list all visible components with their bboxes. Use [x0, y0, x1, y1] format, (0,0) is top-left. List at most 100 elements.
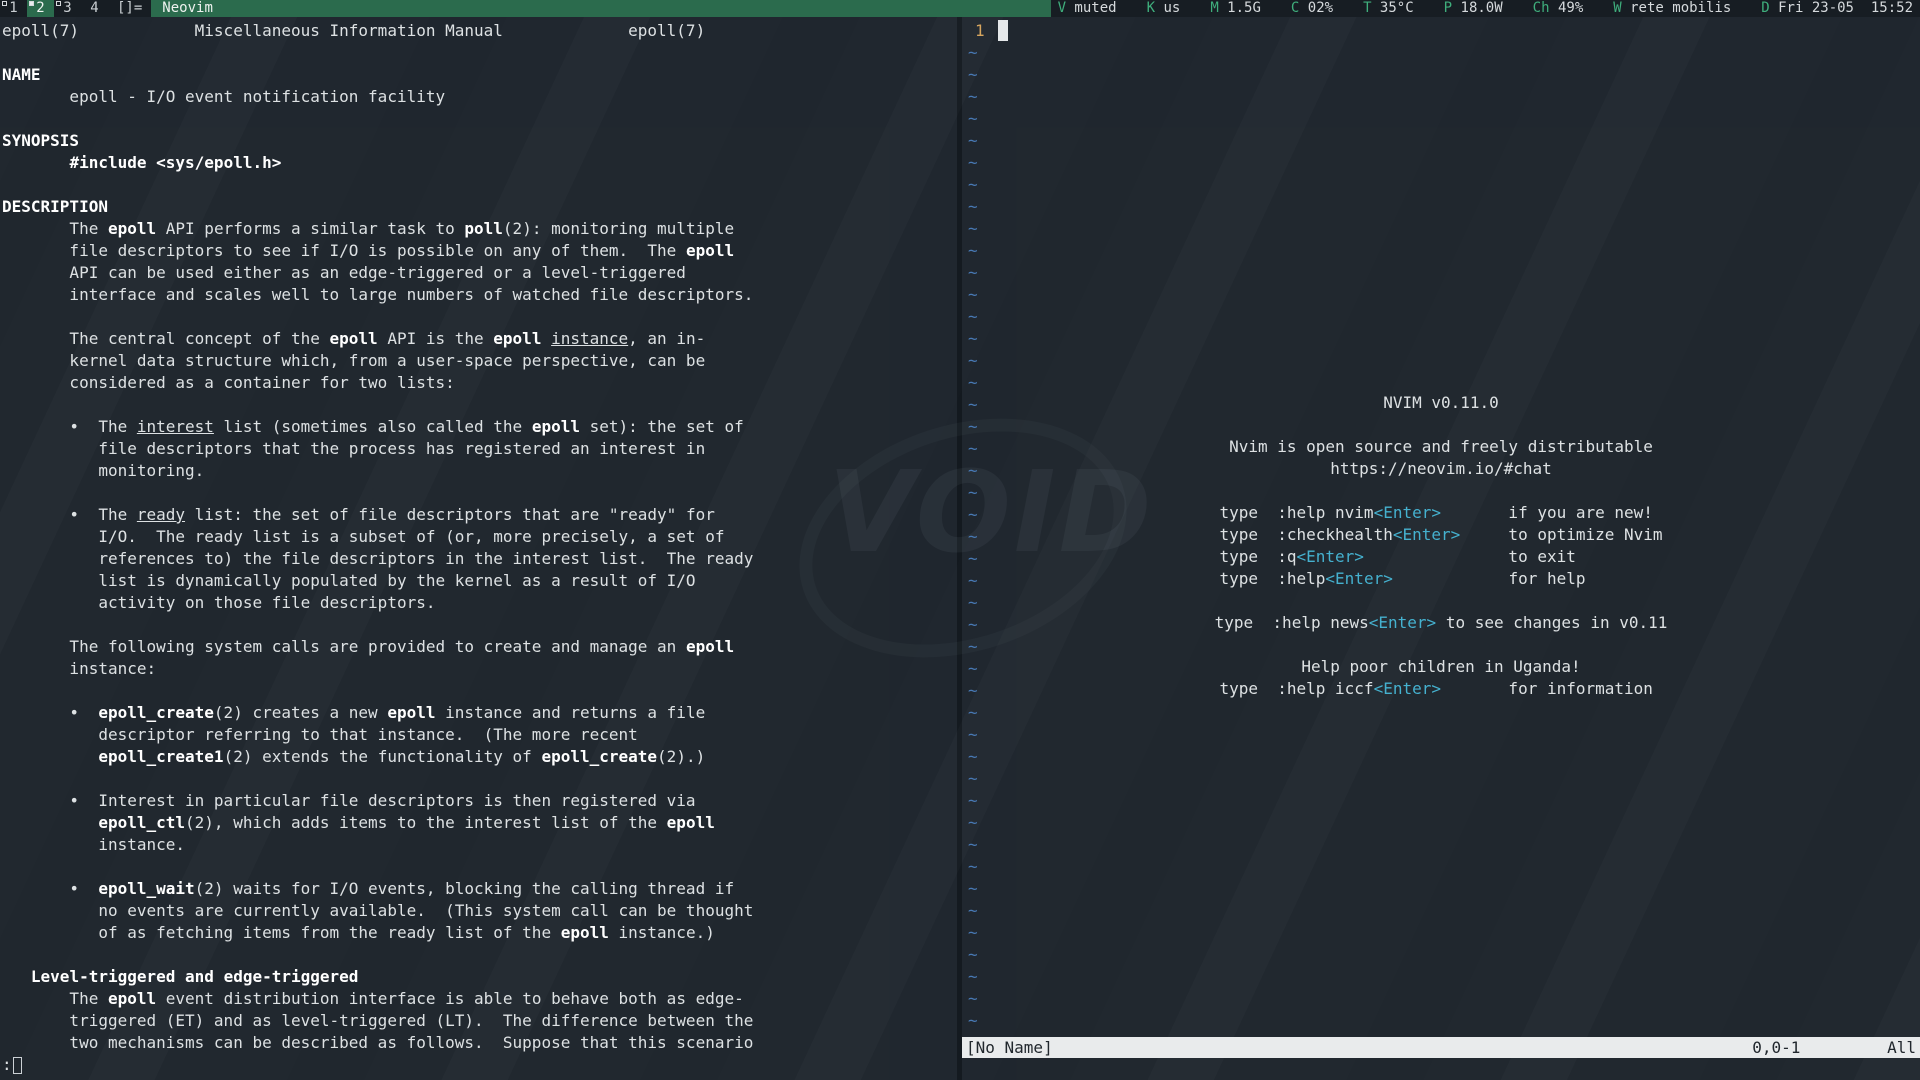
tag-label: 1: [9, 0, 17, 16]
man-page-line: file descriptors to see if I/O is possib…: [2, 240, 753, 262]
man-page-line: [2, 394, 753, 416]
status-value: rete mobilis: [1622, 0, 1732, 16]
pager-prompt[interactable]: :: [2, 1054, 753, 1076]
man-page-line: instance.: [2, 834, 753, 856]
man-page-line: • Interest in particular file descriptor…: [2, 790, 753, 812]
status-item-w: W rete mobilis: [1613, 0, 1731, 17]
status-item-m: M 1.5G: [1210, 0, 1261, 17]
man-page-line: [2, 306, 753, 328]
tilde-line: ~: [968, 922, 978, 944]
tilde-line: ~: [968, 64, 978, 86]
status-key: W: [1613, 0, 1621, 16]
man-page-line: instance:: [2, 658, 753, 680]
status-bar: V mutedK usM 1.5GC 02%T 35°CP 18.0WCh 49…: [1051, 0, 1920, 17]
status-item-p: P 18.0W: [1444, 0, 1503, 17]
terminal-hollow-cursor: [13, 1057, 22, 1074]
splash-line: [962, 414, 1920, 436]
tilde-line: ~: [968, 834, 978, 856]
man-page-line: interface and scales well to large numbe…: [2, 284, 753, 306]
man-page-line: file descriptors that the process has re…: [2, 438, 753, 460]
man-page-line: The central concept of the epoll API is …: [2, 328, 753, 350]
splash-line: [962, 634, 1920, 656]
tag-client-indicator: [56, 1, 61, 6]
tilde-line: ~: [968, 306, 978, 328]
focused-window-title: Neovim: [151, 0, 1050, 17]
man-page-line: two mechanisms can be described as follo…: [2, 1032, 753, 1054]
man-page-line: • epoll_wait(2) waits for I/O events, bl…: [2, 878, 753, 900]
splash-line: [962, 590, 1920, 612]
tilde-line: ~: [968, 702, 978, 724]
man-page-line: activity on those file descriptors.: [2, 592, 753, 614]
neovim-window[interactable]: 1 ~~~~~~~~~~~~~~~~~~~~~~~~~~~~~~~~~~~~~~…: [962, 17, 1920, 1080]
layout-symbol[interactable]: []=: [108, 0, 151, 17]
status-item-t: T 35°C: [1363, 0, 1414, 17]
splash-line: [962, 480, 1920, 502]
status-value: Fri 23-05 15:52: [1770, 0, 1913, 16]
man-page-line: • The ready list: the set of file descri…: [2, 504, 753, 526]
man-page-line: [2, 768, 753, 790]
tilde-line: ~: [968, 372, 978, 394]
splash-line: type :checkhealth<Enter> to optimize Nvi…: [962, 524, 1920, 546]
man-page-line: epoll(7) Miscellaneous Information Manua…: [2, 20, 753, 42]
tilde-line: ~: [968, 174, 978, 196]
man-page-line: triggered (ET) and as level-triggered (L…: [2, 1010, 753, 1032]
status-item-d: D Fri 23-05 15:52: [1761, 0, 1913, 17]
tag-client-indicator: [2, 1, 7, 6]
status-value: 1.5G: [1219, 0, 1261, 16]
tilde-line: ~: [968, 1010, 978, 1032]
workspace-tag-3[interactable]: 3: [54, 0, 81, 17]
tilde-line: ~: [968, 878, 978, 900]
man-page-line: [2, 856, 753, 878]
status-key: K: [1147, 0, 1155, 16]
man-page-line: references to) the file descriptors in t…: [2, 548, 753, 570]
statusline-ruler: 0,0-1 All: [1752, 1037, 1916, 1058]
tilde-line: ~: [968, 988, 978, 1010]
man-page-line: I/O. The ready list is a subset of (or, …: [2, 526, 753, 548]
terminal-window-man-page[interactable]: epoll(7) Miscellaneous Information Manua…: [0, 17, 957, 1080]
status-value: us: [1155, 0, 1180, 16]
splash-line: type :help iccf<Enter> for information: [962, 678, 1920, 700]
tilde-line: ~: [968, 724, 978, 746]
man-page-line: #include <sys/epoll.h>: [2, 152, 753, 174]
splash-line: type :help news<Enter> to see changes in…: [962, 612, 1920, 634]
man-page-line: • epoll_create(2) creates a new epoll in…: [2, 702, 753, 724]
man-page-line: kernel data structure which, from a user…: [2, 350, 753, 372]
status-value: muted: [1066, 0, 1117, 16]
man-page-line: monitoring.: [2, 460, 753, 482]
splash-line: https://neovim.io/#chat: [962, 458, 1920, 480]
tilde-line: ~: [968, 790, 978, 812]
nvim-statusline: [No Name] 0,0-1 All: [962, 1037, 1920, 1058]
man-page-line: The epoll event distribution interface i…: [2, 988, 753, 1010]
status-key: M: [1210, 0, 1218, 16]
tilde-line: ~: [968, 900, 978, 922]
workspace-tag-4[interactable]: 4: [81, 0, 108, 17]
status-item-k: K us: [1147, 0, 1181, 17]
man-page-line: epoll - I/O event notification facility: [2, 86, 753, 108]
status-value: 35°C: [1372, 0, 1414, 16]
workspace-tag-2[interactable]: 2: [27, 0, 54, 17]
man-page-line: [2, 108, 753, 130]
splash-line: type :help nvim<Enter> if you are new!: [962, 502, 1920, 524]
splash-line: Nvim is open source and freely distribut…: [962, 436, 1920, 458]
man-page-line: considered as a container for two lists:: [2, 372, 753, 394]
man-page-line: of as fetching items from the ready list…: [2, 922, 753, 944]
statusline-filename: [No Name]: [966, 1037, 1053, 1058]
nvim-splash-screen: NVIM v0.11.0 Nvim is open source and fre…: [962, 392, 1920, 700]
man-page-text: epoll(7) Miscellaneous Information Manua…: [2, 20, 753, 1076]
tilde-line: ~: [968, 812, 978, 834]
man-page-line: The epoll API performs a similar task to…: [2, 218, 753, 240]
tilde-line: ~: [968, 746, 978, 768]
man-page-line: list is dynamically populated by the ker…: [2, 570, 753, 592]
tilde-line: ~: [968, 130, 978, 152]
tilde-line: ~: [968, 856, 978, 878]
man-page-line: [2, 482, 753, 504]
tilde-line: ~: [968, 86, 978, 108]
workspace-tag-1[interactable]: 1: [0, 0, 27, 17]
nvim-block-cursor: [998, 20, 1008, 41]
status-value: 49%: [1550, 0, 1584, 16]
tilde-line: ~: [968, 944, 978, 966]
tilde-line: ~: [968, 108, 978, 130]
status-key: V: [1058, 0, 1066, 16]
tilde-line: ~: [968, 768, 978, 790]
man-page-line: epoll_ctl(2), which adds items to the in…: [2, 812, 753, 834]
